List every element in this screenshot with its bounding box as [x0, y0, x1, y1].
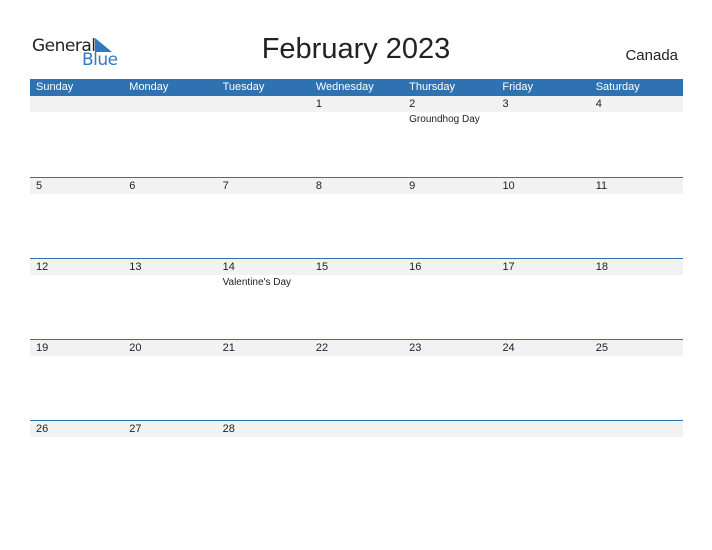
day-number: 6 [129, 180, 136, 192]
day-number: 25 [595, 342, 608, 354]
weekday-sunday: Sunday [36, 81, 74, 93]
day-cell [496, 421, 589, 501]
day-cell: 1 [310, 96, 403, 176]
day-number: 16 [409, 261, 422, 273]
day-cell [403, 421, 496, 501]
day-number: 7 [222, 180, 229, 192]
day-cell: 14 Valentine's Day [217, 259, 310, 339]
day-number: 18 [595, 261, 608, 273]
day-cell: 7 [217, 178, 310, 258]
day-cell: 10 [496, 178, 589, 258]
day-cell [217, 96, 310, 176]
day-cell [590, 421, 683, 501]
day-number: 12 [36, 261, 49, 273]
week-row: 1 2 Groundhog Day 3 4 [30, 96, 683, 177]
day-number: 8 [315, 180, 322, 192]
day-cell: 8 [310, 178, 403, 258]
week-row: 26 27 28 [30, 420, 683, 502]
day-cell: 16 [403, 259, 496, 339]
day-cell: 15 [310, 259, 403, 339]
day-number: 19 [36, 342, 49, 354]
day-number: 9 [409, 180, 416, 192]
day-cell: 11 [590, 178, 683, 258]
holiday-label: Valentine's Day [222, 277, 292, 288]
weekday-header: Sunday Monday Tuesday Wednesday Thursday… [30, 79, 683, 96]
day-cell: 6 [123, 178, 216, 258]
day-number: 2 [409, 98, 416, 110]
week-row: 12 13 14 Valentine's Day 15 16 17 18 [30, 258, 683, 340]
day-cell: 2 Groundhog Day [403, 96, 496, 176]
day-cell: 18 [590, 259, 683, 339]
day-number: 22 [315, 342, 329, 354]
week-row: 19 20 21 22 23 24 25 [30, 339, 683, 421]
day-number: 24 [502, 342, 515, 354]
day-number: 4 [595, 98, 602, 110]
day-cell: 5 [30, 178, 123, 258]
day-number: 1 [315, 98, 322, 110]
day-number: 27 [129, 423, 142, 435]
day-number: 10 [502, 180, 515, 192]
day-cell: 9 [403, 178, 496, 258]
week-row: 5 6 7 8 9 10 11 [30, 177, 683, 259]
day-cell: 4 [590, 96, 683, 176]
day-number: 14 [222, 261, 235, 273]
day-cell: 17 [496, 259, 589, 339]
day-number: 11 [595, 180, 608, 192]
day-cell: 25 [590, 340, 683, 420]
day-number: 21 [222, 342, 235, 354]
day-cell: 28 [217, 421, 310, 501]
day-cell: 27 [123, 421, 216, 501]
day-number: 28 [222, 423, 235, 435]
day-cell: 13 [123, 259, 216, 339]
day-cell: 21 [217, 340, 310, 420]
day-cell: 24 [496, 340, 589, 420]
day-cell: 19 [30, 340, 123, 420]
day-number: 5 [36, 180, 43, 192]
day-cell: 22 [310, 340, 403, 420]
day-number: 20 [129, 342, 142, 354]
weekday-monday: Monday [129, 81, 169, 93]
weekday-saturday: Saturday [595, 81, 640, 93]
day-number: 26 [36, 423, 49, 435]
weekday-thursday: Thursday [409, 81, 455, 93]
day-cell: 23 [403, 340, 496, 420]
country-label: Canada [625, 47, 678, 64]
day-number: 13 [129, 261, 142, 273]
day-cell: 26 [30, 421, 123, 501]
day-cell: 12 [30, 259, 123, 339]
holiday-label: Groundhog Day [409, 114, 480, 125]
day-cell [30, 96, 123, 176]
day-cell: 3 [496, 96, 589, 176]
day-number: 15 [315, 261, 329, 273]
day-cell [310, 421, 403, 501]
day-number: 23 [409, 342, 422, 354]
weekday-tuesday: Tuesday [222, 81, 265, 93]
day-cell: 20 [123, 340, 216, 420]
day-number: 17 [502, 261, 515, 273]
calendar-title: February 2023 [261, 33, 451, 65]
weekday-wednesday: Wednesday [315, 81, 374, 93]
day-number: 3 [502, 98, 509, 110]
day-cell [123, 96, 216, 176]
weekday-friday: Friday [502, 81, 533, 93]
